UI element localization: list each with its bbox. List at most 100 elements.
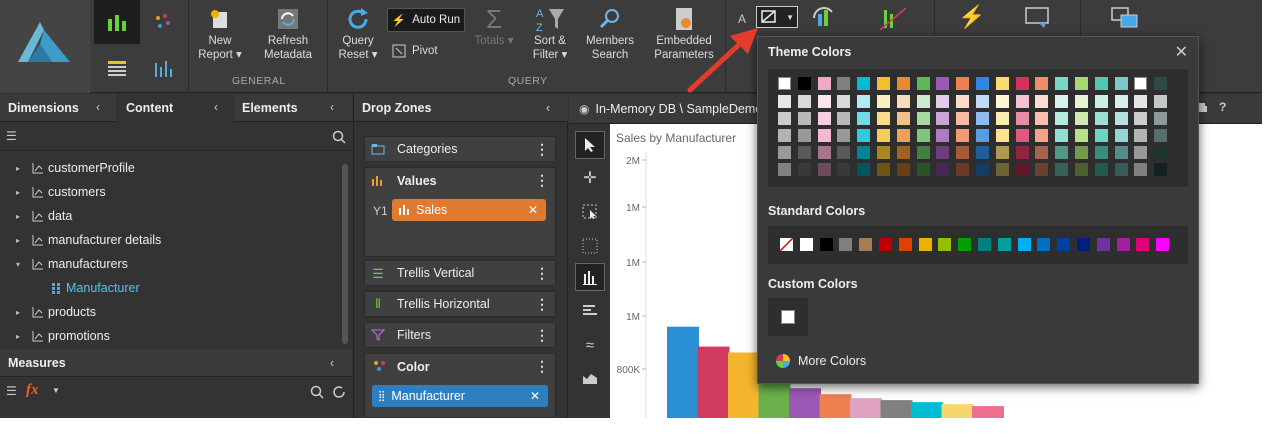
theme-color-swatch[interactable] xyxy=(857,95,871,108)
standard-color-swatch[interactable] xyxy=(859,238,873,251)
theme-color-swatch[interactable] xyxy=(837,77,851,90)
pivot-button[interactable]: Pivot xyxy=(392,44,438,58)
theme-color-swatch[interactable] xyxy=(857,129,871,142)
chevron-left-icon[interactable]: ‹ xyxy=(546,101,550,115)
theme-color-swatch[interactable] xyxy=(1094,129,1108,142)
tree-item[interactable]: ▸ customerProfile xyxy=(0,156,352,180)
theme-color-swatch[interactable] xyxy=(976,163,989,176)
more-colors-button[interactable]: More Colors xyxy=(776,354,866,368)
list-icon[interactable]: ☰ xyxy=(6,129,17,143)
caret-right-icon[interactable]: ▸ xyxy=(16,332,26,341)
theme-color-swatch[interactable] xyxy=(995,77,1009,90)
caret-down-icon[interactable]: ▾ xyxy=(16,260,26,269)
theme-color-swatch[interactable] xyxy=(976,77,989,90)
theme-color-swatch[interactable] xyxy=(956,129,970,142)
fx-icon[interactable]: fx xyxy=(26,382,39,399)
theme-color-swatch[interactable] xyxy=(1055,146,1069,159)
theme-color-swatch[interactable] xyxy=(956,146,970,159)
kebab-icon[interactable]: ⋮ xyxy=(535,327,549,343)
theme-color-swatch[interactable] xyxy=(936,77,950,90)
theme-color-swatch[interactable] xyxy=(817,77,831,90)
theme-color-swatch[interactable] xyxy=(1094,146,1108,159)
theme-color-swatch[interactable] xyxy=(1055,95,1069,108)
theme-color-swatch[interactable] xyxy=(817,146,831,159)
comment-icon[interactable] xyxy=(1024,6,1052,30)
line-chart-button[interactable]: ≈ xyxy=(575,331,605,359)
chart-refresh-icon[interactable] xyxy=(810,4,840,32)
theme-color-swatch[interactable] xyxy=(1015,129,1029,142)
tree-item[interactable]: ▾ manufacturers xyxy=(0,252,352,276)
categories-zone[interactable]: Categories ⋮ xyxy=(364,136,556,162)
theme-color-swatch[interactable] xyxy=(817,163,831,176)
caret-right-icon[interactable]: ▸ xyxy=(16,188,26,197)
theme-color-swatch[interactable] xyxy=(1015,146,1029,159)
column-chart-button[interactable] xyxy=(575,263,605,291)
theme-color-swatch[interactable] xyxy=(1094,112,1108,125)
refresh-icon[interactable] xyxy=(332,385,346,399)
tree-item[interactable]: ▸ promotions xyxy=(0,324,352,348)
theme-color-swatch[interactable] xyxy=(877,163,890,176)
area-chart-button[interactable] xyxy=(575,364,605,392)
theme-color-swatch[interactable] xyxy=(1114,129,1128,142)
standard-color-swatch[interactable] xyxy=(799,238,813,251)
windows-icon[interactable] xyxy=(1110,6,1140,30)
theme-color-swatch[interactable] xyxy=(995,129,1009,142)
kebab-icon[interactable]: ⋮ xyxy=(535,358,549,375)
caret-right-icon[interactable]: ▸ xyxy=(16,308,26,317)
pointer-tool-button[interactable] xyxy=(575,131,605,159)
theme-color-swatch[interactable] xyxy=(976,112,989,125)
new-report-button[interactable]: New Report ▾ xyxy=(196,4,244,62)
caret-right-icon[interactable]: ▸ xyxy=(16,236,26,245)
select-tool-button[interactable] xyxy=(575,198,605,226)
theme-color-swatch[interactable] xyxy=(1154,77,1168,90)
theme-color-swatch[interactable] xyxy=(797,112,811,125)
sort-filter-button[interactable]: AZ Sort & Filter ▾ xyxy=(530,4,570,62)
theme-color-swatch[interactable] xyxy=(976,95,989,108)
theme-color-swatch[interactable] xyxy=(956,95,970,108)
theme-color-swatch[interactable] xyxy=(916,95,930,108)
dashboard-tile-button[interactable] xyxy=(94,0,140,44)
theme-color-swatch[interactable] xyxy=(1114,146,1128,159)
chart-bar[interactable] xyxy=(880,400,913,418)
theme-color-swatch[interactable] xyxy=(916,77,930,90)
bar-chart-button[interactable] xyxy=(575,297,605,325)
theme-color-swatch[interactable] xyxy=(1035,77,1049,90)
report-tile-button[interactable] xyxy=(94,46,140,90)
tree-item[interactable]: ▸ customers xyxy=(0,180,352,204)
theme-color-swatch[interactable] xyxy=(837,95,851,108)
theme-color-swatch[interactable] xyxy=(797,95,811,108)
standard-color-swatch[interactable] xyxy=(997,238,1011,251)
theme-color-swatch[interactable] xyxy=(778,129,791,142)
theme-color-swatch[interactable] xyxy=(1075,95,1088,108)
theme-color-swatch[interactable] xyxy=(1094,95,1108,108)
theme-color-swatch[interactable] xyxy=(797,129,811,142)
theme-color-swatch[interactable] xyxy=(797,77,811,90)
theme-color-swatch[interactable] xyxy=(916,112,930,125)
chevron-left-icon[interactable]: ‹ xyxy=(214,100,218,114)
theme-color-swatch[interactable] xyxy=(1075,129,1088,142)
search-icon[interactable] xyxy=(332,130,346,144)
theme-color-swatch[interactable] xyxy=(1015,112,1029,125)
theme-color-swatch[interactable] xyxy=(936,129,950,142)
standard-color-swatch[interactable] xyxy=(1156,238,1170,251)
tree-item[interactable]: Manufacturer xyxy=(0,276,352,300)
trellis-horizontal-zone[interactable]: ⦀ Trellis Horizontal ⋮ xyxy=(364,291,556,317)
theme-color-swatch[interactable] xyxy=(877,95,890,108)
close-icon[interactable]: ✕ xyxy=(528,203,538,217)
theme-color-swatch[interactable] xyxy=(837,129,851,142)
theme-color-swatch[interactable] xyxy=(857,112,871,125)
standard-color-swatch[interactable] xyxy=(1017,238,1031,251)
theme-color-swatch[interactable] xyxy=(1114,95,1128,108)
grid-tool-button[interactable] xyxy=(575,232,605,260)
kebab-icon[interactable]: ⋮ xyxy=(535,141,549,157)
chevron-left-icon[interactable]: ‹ xyxy=(330,356,334,370)
standard-color-swatch[interactable] xyxy=(1077,238,1090,251)
theme-color-swatch[interactable] xyxy=(1134,77,1148,90)
theme-color-swatch[interactable] xyxy=(877,112,890,125)
members-search-button[interactable]: Members Search xyxy=(584,4,636,62)
chart-bar[interactable] xyxy=(972,406,1004,418)
theme-color-swatch[interactable] xyxy=(1055,129,1069,142)
standard-color-swatch[interactable] xyxy=(879,238,892,251)
help-icon[interactable]: ? xyxy=(1219,100,1226,114)
chart-bar[interactable] xyxy=(789,388,821,418)
